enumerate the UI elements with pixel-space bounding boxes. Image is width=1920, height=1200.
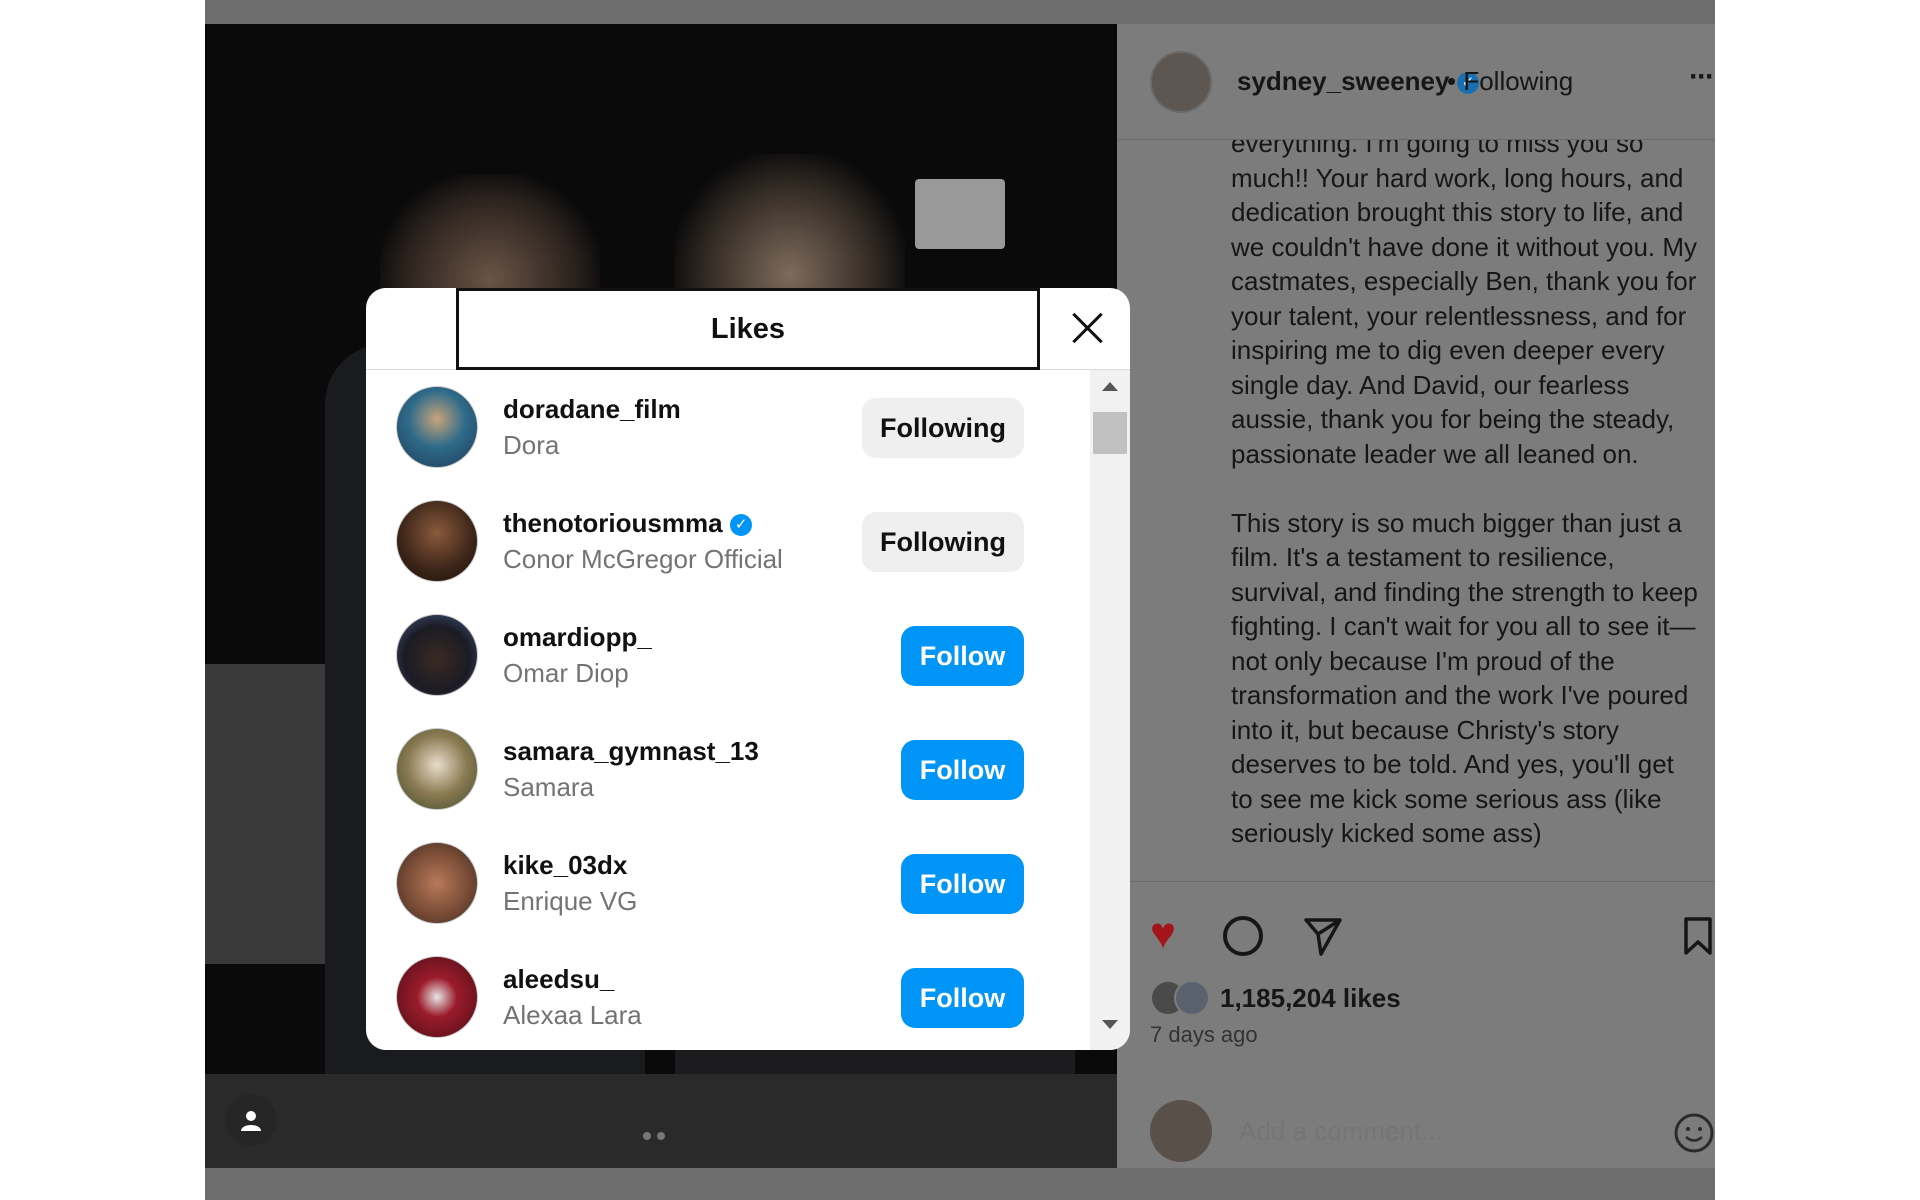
author-username[interactable]: sydney_sweeney (1237, 66, 1479, 97)
avatar[interactable] (396, 956, 478, 1038)
row-username[interactable]: aleedsu_ (503, 964, 614, 995)
post-timestamp[interactable]: 7 days ago (1150, 1022, 1258, 1048)
close-icon[interactable] (1064, 304, 1112, 352)
photo-background-sign (915, 179, 1005, 249)
caption-area[interactable]: everything. I'm going to miss you so muc… (1117, 140, 1715, 882)
bookmark-icon[interactable] (1683, 916, 1713, 956)
row-fullname: Enrique VG (503, 886, 638, 916)
scrollbar[interactable] (1090, 370, 1130, 1050)
modal-header: Likes (366, 288, 1130, 370)
follow-status[interactable]: • Following (1447, 66, 1573, 97)
avatar[interactable] (396, 386, 478, 468)
author-avatar[interactable] (1150, 51, 1212, 113)
scrollbar-thumb[interactable] (1093, 412, 1127, 454)
follow-button[interactable]: Follow (901, 854, 1024, 914)
follow-button[interactable]: Follow (901, 626, 1024, 686)
row-username-text[interactable]: thenotoriousmma (503, 508, 723, 538)
person-icon (241, 1111, 261, 1131)
row-fullname: Alexaa Lara (503, 1000, 642, 1030)
carousel-dots (643, 1132, 665, 1140)
verified-badge-icon (729, 514, 752, 537)
avatar[interactable] (396, 842, 478, 924)
likes-modal: Likes doradane_film Dora Following theno… (366, 288, 1130, 1050)
author-username-text[interactable]: sydney_sweeney (1237, 66, 1449, 96)
liker-avatar (1174, 980, 1210, 1016)
modal-title: Likes (456, 288, 1040, 370)
frame-top-bar (205, 0, 1715, 24)
list-item[interactable]: omardiopp_ Omar Diop Follow (366, 598, 1090, 712)
post-sidebar: sydney_sweeney • Following ··· everythin… (1117, 24, 1715, 1168)
avatar[interactable] (396, 614, 478, 696)
list-item[interactable]: thenotoriousmma Conor McGregor Official … (366, 484, 1090, 598)
comment-bar (1117, 1100, 1715, 1168)
row-username[interactable]: thenotoriousmma (503, 508, 752, 539)
row-username[interactable]: omardiopp_ (503, 622, 652, 653)
photo-ground (205, 1074, 1117, 1168)
likes-count[interactable]: 1,185,204 likes (1220, 983, 1401, 1014)
row-username[interactable]: doradane_film (503, 394, 681, 425)
scroll-down-arrow-icon[interactable] (1102, 1020, 1118, 1029)
share-icon[interactable] (1303, 916, 1343, 956)
post-actions: ♥ 1,185,204 likes 7 days ago (1117, 882, 1715, 1168)
following-button[interactable]: Following (862, 512, 1024, 572)
likes-list[interactable]: doradane_film Dora Following thenotoriou… (366, 370, 1090, 1050)
post-header: sydney_sweeney • Following ··· (1117, 24, 1715, 140)
current-user-avatar (1150, 1100, 1212, 1162)
likes-summary[interactable]: 1,185,204 likes (1150, 980, 1401, 1016)
row-fullname: Dora (503, 430, 560, 460)
photo-car (205, 664, 325, 964)
follow-button[interactable]: Follow (901, 968, 1024, 1028)
row-fullname: Samara (503, 772, 595, 802)
emoji-icon[interactable] (1673, 1112, 1715, 1154)
row-username[interactable]: samara_gymnast_13 (503, 736, 759, 767)
frame-bottom-bar (205, 1168, 1715, 1200)
comment-icon[interactable] (1223, 916, 1263, 956)
avatar[interactable] (396, 500, 478, 582)
list-item[interactable]: samara_gymnast_13 Samara Follow (366, 712, 1090, 826)
list-item[interactable]: aleedsu_ Alexaa Lara Follow (366, 940, 1090, 1050)
like-heart-icon[interactable]: ♥ (1150, 912, 1176, 956)
row-fullname: Omar Diop (503, 658, 629, 688)
list-item[interactable]: doradane_film Dora Following (366, 370, 1090, 484)
follow-button[interactable]: Follow (901, 740, 1024, 800)
caption-text: everything. I'm going to miss you so muc… (1231, 140, 1698, 848)
row-fullname: Conor McGregor Official (503, 544, 783, 574)
avatar[interactable] (396, 728, 478, 810)
row-username[interactable]: kike_03dx (503, 850, 627, 881)
following-button[interactable]: Following (862, 398, 1024, 458)
scroll-up-arrow-icon[interactable] (1102, 382, 1118, 391)
tagged-users-button[interactable] (225, 1094, 277, 1146)
comment-input[interactable] (1239, 1116, 1619, 1147)
list-item[interactable]: kike_03dx Enrique VG Follow (366, 826, 1090, 940)
more-options-icon[interactable]: ··· (1689, 60, 1715, 94)
